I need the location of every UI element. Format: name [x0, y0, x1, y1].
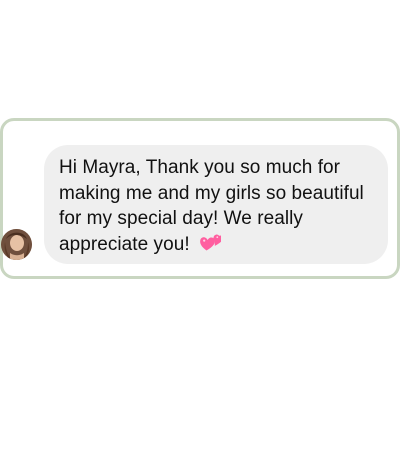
- two-hearts-icon: [199, 232, 222, 260]
- message-text: Hi Mayra, Thank you so much for making m…: [59, 155, 374, 259]
- incoming-message-bubble[interactable]: Hi Mayra, Thank you so much for making m…: [44, 145, 388, 264]
- sender-avatar[interactable]: [1, 229, 32, 260]
